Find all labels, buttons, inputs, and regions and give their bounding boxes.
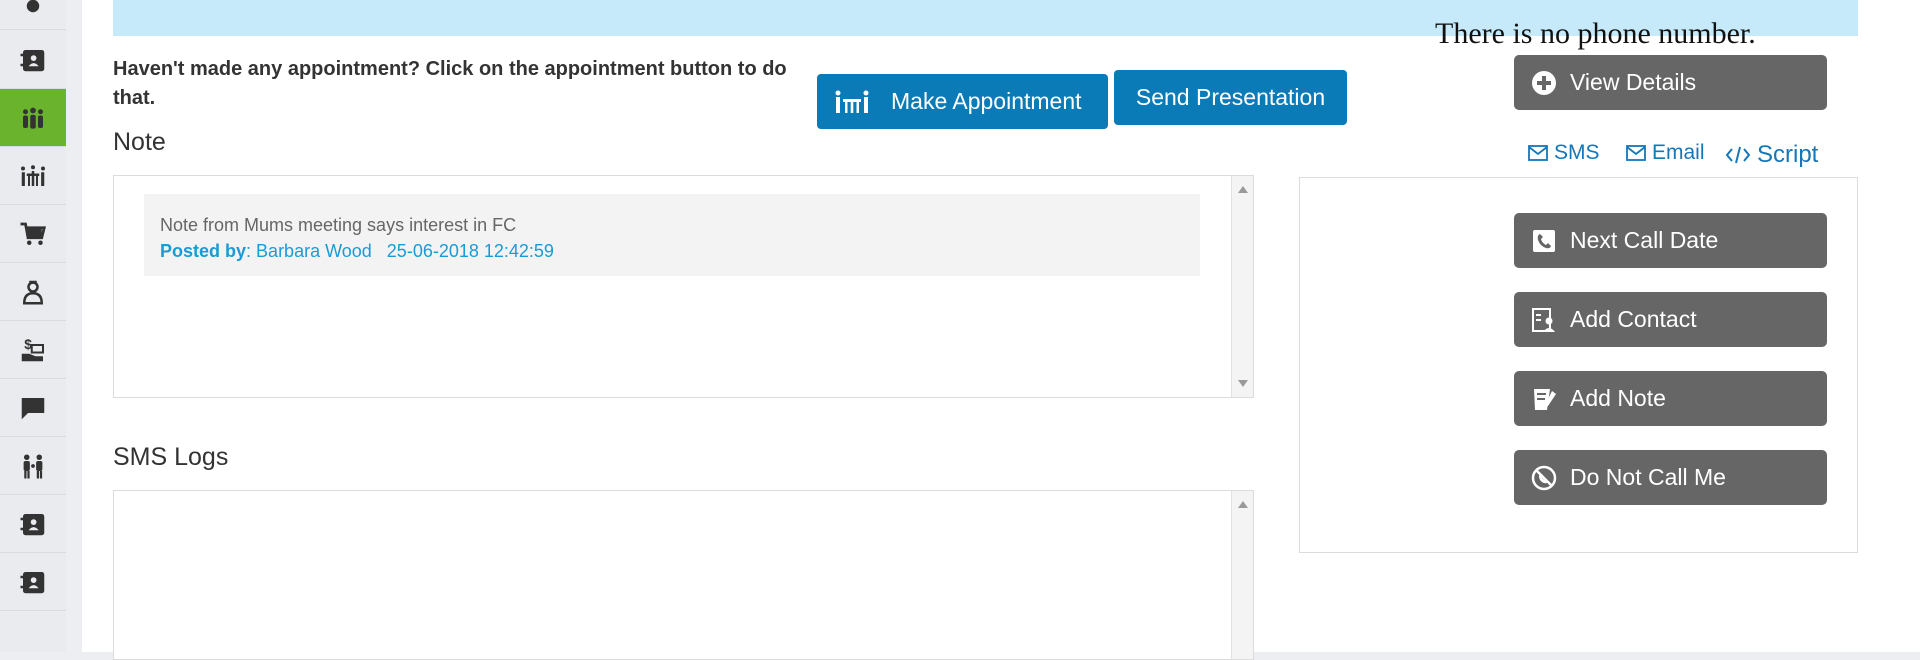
family-icon — [23, 454, 43, 478]
note-panel: Note from Mums meeting says interest in … — [113, 175, 1254, 398]
sms-link[interactable]: SMS — [1528, 141, 1600, 165]
add-contact-label: Add Contact — [1570, 306, 1697, 332]
phone-icon — [1533, 229, 1555, 252]
sidebar-item-family[interactable] — [0, 437, 66, 495]
view-details-label: View Details — [1570, 69, 1697, 95]
add-contact-icon — [1532, 307, 1555, 332]
envelope-icon — [1626, 145, 1646, 161]
note-meta: Posted by: Barbara Wood 25-06-2018 12:42… — [160, 241, 554, 261]
code-icon — [1725, 146, 1751, 164]
view-details-button[interactable]: View Details — [1514, 55, 1827, 110]
make-appointment-button[interactable]: Make Appointment — [817, 74, 1108, 129]
plus-circle-icon — [1532, 70, 1556, 95]
sidebar-item-messages[interactable] — [0, 379, 66, 437]
contact-book-icon — [20, 513, 45, 535]
chat-icon — [21, 397, 45, 419]
sidebar-item-agents[interactable] — [0, 263, 66, 321]
group-icon — [23, 107, 43, 129]
cart-icon — [20, 222, 47, 245]
envelope-icon — [1528, 145, 1548, 161]
posted-by-label: Posted by — [160, 241, 247, 261]
note-timestamp: 25-06-2018 12:42:59 — [386, 241, 554, 261]
make-appointment-label: Make Appointment — [891, 88, 1082, 114]
sidebar-item-meetings[interactable] — [0, 147, 66, 205]
appointment-hint: Haven't made any appointment? Click on t… — [113, 58, 787, 109]
next-call-date-button[interactable]: Next Call Date — [1514, 213, 1827, 268]
sms-link-label: SMS — [1554, 141, 1600, 164]
contact-book-icon — [20, 49, 45, 71]
email-link-label: Email — [1652, 141, 1705, 164]
do-not-call-label: Do Not Call Me — [1570, 464, 1726, 490]
sms-logs-panel — [113, 490, 1254, 660]
payment-hand-icon: $ — [21, 336, 44, 361]
note-author: Barbara Wood — [256, 241, 372, 261]
add-contact-button[interactable]: Add Contact — [1514, 292, 1827, 347]
meeting-table-icon — [835, 90, 869, 113]
sidebar-item-payments[interactable]: $ — [0, 321, 66, 379]
next-call-date-label: Next Call Date — [1570, 227, 1719, 253]
note-text: Note from Mums meeting says interest in … — [160, 215, 517, 235]
sms-logs-scrollbar[interactable] — [1231, 491, 1253, 659]
no-phone-tooltip: There is no phone number. — [1435, 17, 1756, 50]
contact-book-icon — [20, 571, 45, 593]
note-section-title: Note — [113, 128, 166, 156]
add-note-label: Add Note — [1570, 385, 1666, 411]
no-call-icon — [1531, 465, 1557, 490]
note-pencil-icon — [1534, 388, 1556, 410]
meeting-table-icon — [21, 164, 45, 186]
scroll-down-arrow-icon[interactable] — [1238, 380, 1248, 387]
note-entry: Note from Mums meeting says interest in … — [144, 194, 1200, 276]
email-link[interactable]: Email — [1626, 141, 1705, 165]
sidebar: $ — [0, 0, 66, 652]
scroll-up-arrow-icon[interactable] — [1238, 501, 1248, 508]
add-note-button[interactable]: Add Note — [1514, 371, 1827, 426]
do-not-call-button[interactable]: Do Not Call Me — [1514, 450, 1827, 505]
send-presentation-button[interactable]: Send Presentation — [1114, 70, 1347, 125]
sidebar-item-groups[interactable] — [0, 89, 66, 147]
agent-icon — [22, 280, 44, 304]
sms-logs-title: SMS Logs — [113, 443, 229, 471]
scroll-up-arrow-icon[interactable] — [1238, 186, 1248, 193]
sidebar-item-contacts-2[interactable] — [0, 495, 66, 553]
person-icon — [26, 0, 40, 12]
script-link[interactable]: Script — [1725, 141, 1818, 169]
sidebar-item-contacts-3[interactable] — [0, 553, 66, 611]
script-link-label: Script — [1757, 141, 1819, 168]
send-presentation-label: Send Presentation — [1135, 84, 1326, 110]
sidebar-item-profile[interactable] — [0, 0, 66, 30]
sidebar-item-shop[interactable] — [0, 205, 66, 263]
note-scrollbar[interactable] — [1231, 176, 1253, 397]
sidebar-item-contacts[interactable] — [0, 31, 66, 89]
